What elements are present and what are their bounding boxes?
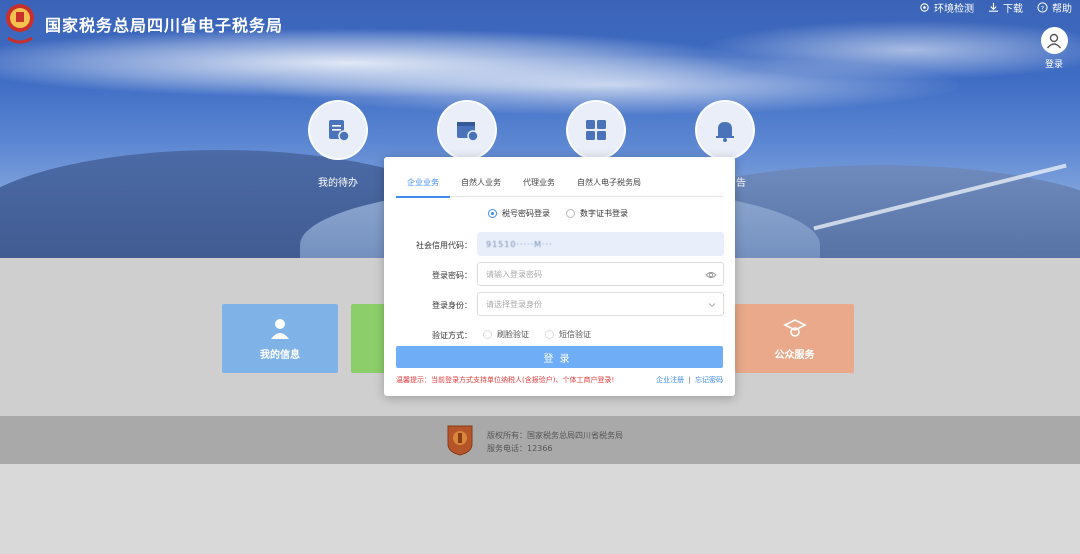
login-dialog: 企业业务 自然人业务 代理业务 自然人电子税务局 税号密码登录 数字证书登录 社… [384,157,735,396]
tab-enterprise[interactable]: 企业业务 [396,171,450,198]
credit-code-field[interactable]: 91510·····M··· [477,232,724,256]
download-link[interactable]: 下载 [988,0,1023,15]
green-tile[interactable] [351,304,385,373]
login-button[interactable]: 登录 [396,346,723,368]
my-info-tile[interactable]: 我的信息 [222,304,338,373]
notice-label: 告 [736,178,746,189]
forgot-password-link[interactable]: 忘记密码 [695,376,723,384]
method-taxid-label: 税号密码登录 [502,209,550,218]
person-icon [271,319,289,339]
verify-method-group: 刷脸验证 短信验证 [483,329,591,340]
verify-sms-label: 短信验证 [559,330,591,339]
download-icon [988,2,999,12]
tab-individual-etax[interactable]: 自然人电子税务局 [566,171,652,197]
verify-sms[interactable]: 短信验证 [545,329,591,340]
env-check-label: 环境检测 [934,4,974,15]
help-icon: ? [1037,2,1048,13]
login-tabs: 企业业务 自然人业务 代理业务 自然人电子税务局 [396,171,723,198]
settings-icon [920,3,929,12]
tip-links: 企业注册 | 忘记密码 [656,375,723,385]
tax-badge-icon [447,425,473,456]
footer-info: 版权所有：国家税务总局四川省税务局 服务电话：12366 [487,429,623,455]
public-service-tile[interactable]: 公众服务 [735,304,854,373]
radio-selected-icon [488,209,497,218]
method-certificate[interactable]: 数字证书登录 [566,208,628,219]
verify-face-label: 刷脸验证 [497,330,529,339]
radio-unselected-icon [483,330,492,339]
bell-icon [716,122,734,142]
notice-button[interactable] [695,100,755,160]
grid-icon [586,120,606,140]
top-links: 环境检测 下载 ? 帮助 [919,0,1072,15]
user-login-label: 登录 [1044,60,1063,70]
verify-label: 验证方式： [432,331,472,340]
apps-button[interactable] [566,100,626,160]
radio-unselected-icon [545,330,554,339]
link-separator: | [688,376,691,384]
page-bottom [0,464,1080,554]
env-check-link[interactable]: 环境检测 [919,0,974,15]
method-taxid-password[interactable]: 税号密码登录 [488,208,550,219]
todo-label: 我的待办 [318,178,358,189]
hotline-text: 服务电话：12366 [487,444,553,453]
todo-icon [329,120,350,142]
site-title: 国家税务总局四川省电子税务局 [45,16,284,35]
verify-face[interactable]: 刷脸验证 [483,329,529,340]
identity-select[interactable]: 请选择登录身份 [477,292,724,316]
login-method-group: 税号密码登录 数字证书登录 [488,208,628,219]
my-info-label: 我的信息 [260,350,300,361]
help-link[interactable]: ? 帮助 [1037,0,1072,15]
help-label: 帮助 [1052,4,1072,15]
eye-icon[interactable] [705,269,717,281]
user-login-area[interactable]: 登录 [1039,27,1069,70]
radio-unselected-icon [566,209,575,218]
password-label: 登录密码： [432,271,472,280]
identity-placeholder: 请选择登录身份 [486,299,542,309]
svg-text:?: ? [1041,4,1044,12]
tax-emblem-icon [6,4,34,44]
calendar-icon [457,122,479,142]
register-link[interactable]: 企业注册 [656,376,684,384]
copyright-text: 版权所有：国家税务总局四川省税务局 [487,431,623,440]
calendar-button[interactable] [437,100,497,160]
credit-code-value: 91510·····M··· [486,239,553,249]
graduate-icon [782,319,807,337]
login-tip: 温馨提示：当前登录方式支持单位纳税人(含报验户)、个体工商户登录! [396,376,615,384]
todo-button[interactable] [308,100,368,160]
avatar[interactable] [1040,27,1068,54]
tab-individual[interactable]: 自然人业务 [450,171,512,197]
tab-agent[interactable]: 代理业务 [512,171,566,197]
password-field[interactable]: 请输入登录密码 [477,262,724,286]
password-placeholder: 请输入登录密码 [486,269,542,279]
chevron-down-icon [708,303,716,308]
download-label: 下载 [1003,4,1023,15]
user-icon [1046,33,1062,48]
credit-code-label: 社会信用代码： [416,241,472,250]
method-certificate-label: 数字证书登录 [580,209,628,218]
public-service-label: 公众服务 [774,350,815,361]
identity-label: 登录身份： [432,301,472,310]
